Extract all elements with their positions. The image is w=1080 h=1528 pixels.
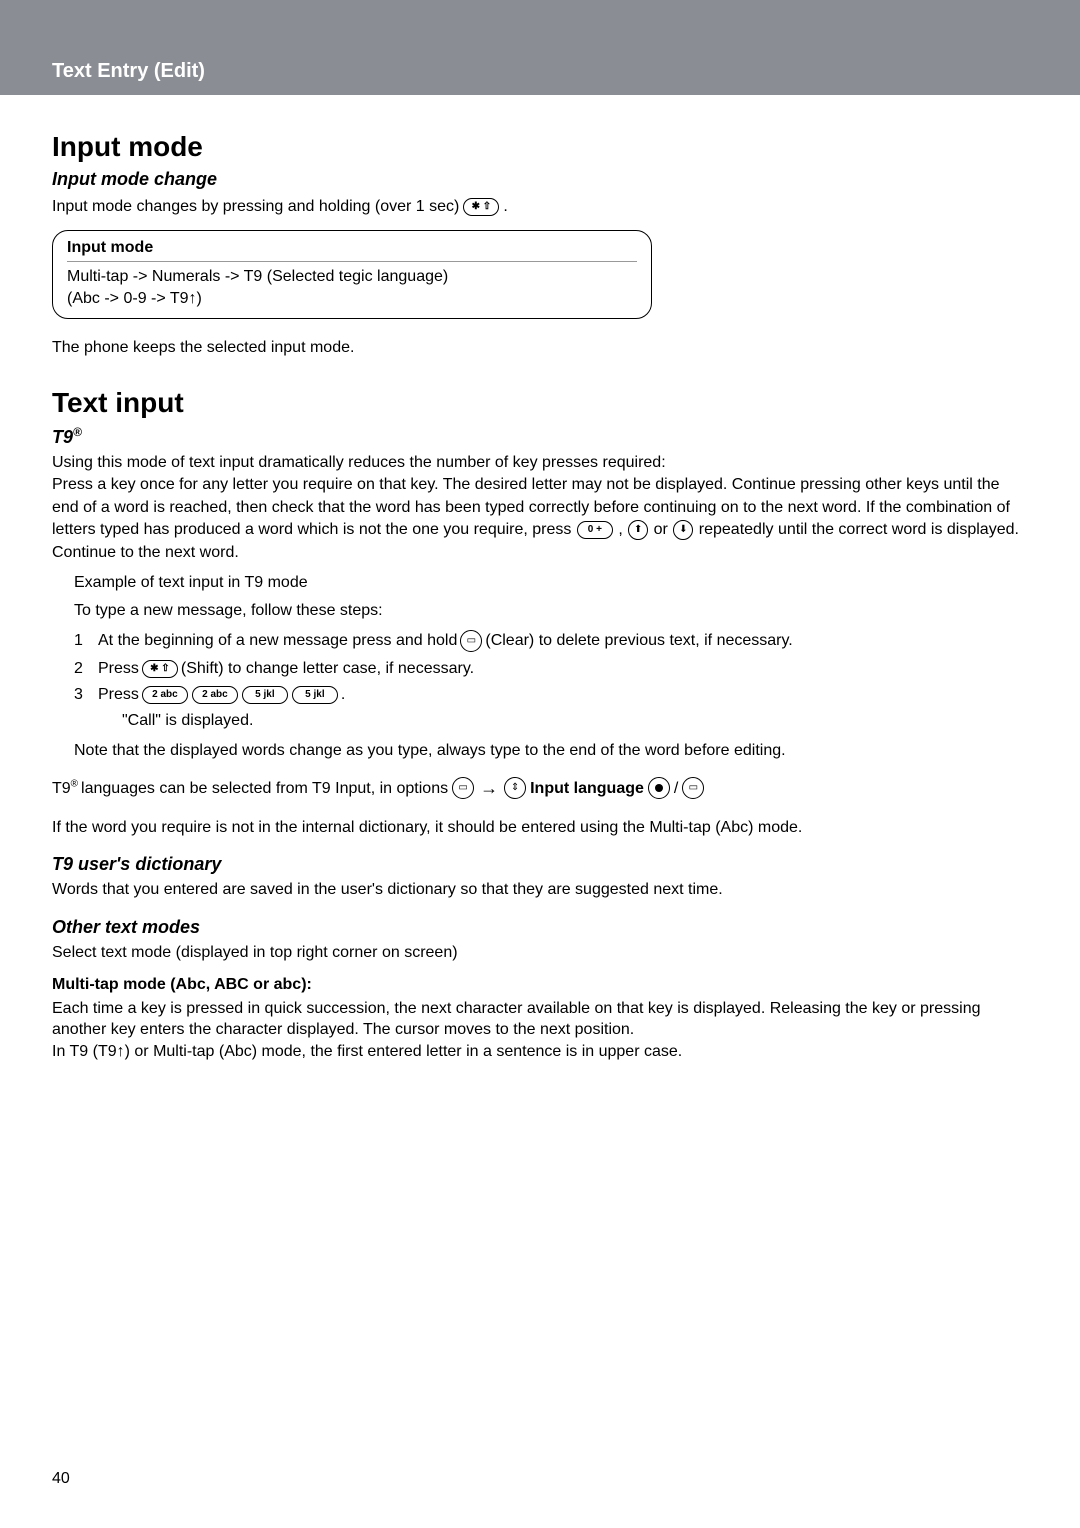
softkey-icon: ▭	[682, 777, 704, 799]
typing-note: Note that the displayed words change as …	[74, 742, 1028, 760]
input-mode-change-text-after: .	[503, 194, 507, 220]
subheading-t9: T9®	[52, 425, 1028, 448]
star-shift-key-icon: ✱ ⇧	[463, 198, 499, 216]
step-num-3: 3	[74, 686, 98, 704]
t9-paragraph: Using this mode of text input dramatical…	[52, 452, 1028, 564]
step-3-result: "Call" is displayed.	[122, 712, 1028, 730]
step-3: 3 Press 2 abc 2 abc 5 jkl 5 jkl .	[74, 686, 1028, 704]
page-number: 40	[52, 1470, 70, 1488]
star-shift-key-icon: ✱ ⇧	[142, 660, 178, 678]
arrow-right-icon: →	[480, 774, 498, 803]
step-2: 2 Press ✱ ⇧ (Shift) to change letter cas…	[74, 660, 1028, 678]
nav-down-icon: ⬇	[673, 520, 693, 540]
subheading-input-mode-change: Input mode change	[52, 169, 1028, 190]
nav-up-icon: ⬆	[628, 520, 648, 540]
step-num-1: 1	[74, 632, 98, 650]
center-select-icon	[648, 777, 670, 799]
dictionary-note: If the word you require is not in the in…	[52, 817, 1028, 839]
input-mode-box-line1: Multi-tap -> Numerals -> T9 (Selected te…	[67, 266, 637, 288]
multi-tap-heading: Multi-tap mode (Abc, ABC or abc):	[52, 976, 1028, 994]
input-mode-keep-text: The phone keeps the selected input mode.	[52, 337, 1028, 359]
user-dict-text: Words that you entered are saved in the …	[52, 879, 1028, 901]
input-mode-change-text: Input mode changes by pressing and holdi…	[52, 194, 459, 220]
softkey-icon: ▭	[452, 777, 474, 799]
key-2abc-icon: 2 abc	[142, 686, 188, 704]
step-1: 1 At the beginning of a new message pres…	[74, 630, 1028, 652]
other-modes-text: Select text mode (displayed in top right…	[52, 942, 1028, 964]
nav-updown-icon: ⇕	[504, 777, 526, 799]
key-5jkl-icon: 5 jkl	[242, 686, 288, 704]
key-2abc-icon: 2 abc	[192, 686, 238, 704]
key-5jkl-icon: 5 jkl	[292, 686, 338, 704]
subheading-other-modes: Other text modes	[52, 917, 1028, 938]
multi-tap-text: Each time a key is pressed in quick succ…	[52, 998, 1028, 1063]
input-mode-box-title: Input mode	[67, 239, 637, 257]
example-title: Example of text input in T9 mode	[74, 574, 1028, 592]
input-mode-box-line2: (Abc -> 0-9 -> T9↑)	[67, 288, 637, 310]
step-num-2: 2	[74, 660, 98, 678]
input-mode-box: Input mode Multi-tap -> Numerals -> T9 (…	[52, 230, 652, 320]
subheading-user-dict: T9 user's dictionary	[52, 854, 1028, 875]
example-subtitle: To type a new message, follow these step…	[74, 602, 1028, 620]
section-heading-input-mode: Input mode	[52, 131, 1028, 163]
zero-plus-key-icon: 0 +	[577, 521, 613, 539]
section-heading-text-input: Text input	[52, 387, 1028, 419]
t9-languages-line: T9® languages can be selected from T9 In…	[52, 774, 1028, 803]
clear-key-icon: ▭	[460, 630, 482, 652]
page-header-title: Text Entry (Edit)	[0, 60, 1080, 83]
